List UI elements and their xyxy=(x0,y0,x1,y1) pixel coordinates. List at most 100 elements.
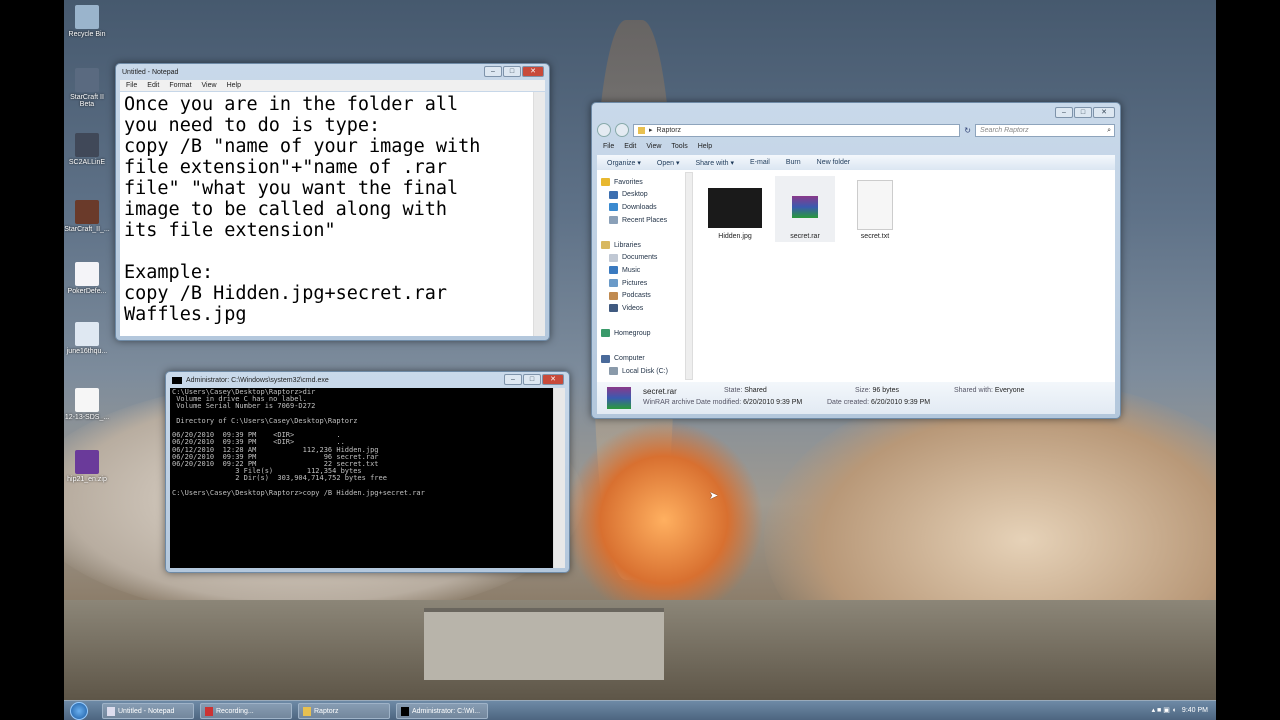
desktop-icon-label: 12-13-SDS_... xyxy=(64,414,110,421)
forward-button[interactable] xyxy=(615,123,629,137)
vertical-scrollbar[interactable] xyxy=(553,388,565,568)
nav-item[interactable]: Downloads xyxy=(601,201,685,214)
back-button[interactable] xyxy=(597,123,611,137)
desktop-icon[interactable]: SC2ALLinE xyxy=(64,133,110,166)
nav-item[interactable]: Libraries xyxy=(601,239,685,252)
address-path: Raptorz xyxy=(656,126,682,134)
nav-label: Podcasts xyxy=(622,292,651,300)
launch-structure xyxy=(424,608,664,680)
clock[interactable]: 9:40 PM xyxy=(1182,707,1208,714)
nav-icon xyxy=(609,190,618,199)
file-item[interactable]: secret.txt xyxy=(845,176,905,242)
nav-item[interactable]: Pictures xyxy=(601,277,685,290)
desktop-icon-label: SC2ALLinE xyxy=(68,159,106,166)
minimize-button[interactable]: – xyxy=(484,66,502,77)
menu-item[interactable]: Edit xyxy=(147,82,159,89)
explorer-menu-bar: File Edit View Tools Help xyxy=(597,141,1115,152)
task-label: Untitled - Notepad xyxy=(118,707,175,715)
close-button[interactable]: ✕ xyxy=(1093,107,1115,118)
menu-item[interactable]: File xyxy=(126,82,137,89)
nav-icon xyxy=(601,178,610,187)
cmd-output: C:\Users\Casey\Desktop\Raptorz>dir Volum… xyxy=(172,388,425,497)
search-input[interactable]: Search Raptorz ⌕ xyxy=(975,123,1115,137)
detail-type: WinRAR archive xyxy=(643,399,695,406)
file-thumbnail xyxy=(792,196,818,218)
desktop-icon[interactable]: 12-13-SDS_... xyxy=(64,388,110,421)
start-button[interactable] xyxy=(70,702,88,720)
nav-item[interactable]: Documents xyxy=(601,252,685,265)
detail-size: 96 bytes xyxy=(872,387,899,394)
desktop-icon[interactable]: hip21_en.zip xyxy=(64,450,110,483)
desktop-icon-image xyxy=(75,322,99,346)
menu-item[interactable]: Tools xyxy=(671,143,687,150)
desktop-icon-image xyxy=(75,388,99,412)
taskbar-button[interactable]: Untitled - Notepad xyxy=(102,703,194,719)
close-button[interactable]: ✕ xyxy=(542,374,564,385)
taskbar-button[interactable]: Raptorz xyxy=(298,703,390,719)
maximize-button[interactable]: □ xyxy=(523,374,541,385)
nav-item[interactable]: Local Disk (C:) xyxy=(601,365,685,378)
toolbar-button[interactable]: New folder xyxy=(817,159,850,166)
menu-item[interactable]: Edit xyxy=(624,143,636,150)
cmd-console[interactable]: C:\Users\Casey\Desktop\Raptorz>dir Volum… xyxy=(170,388,565,568)
menu-item[interactable]: File xyxy=(603,143,614,150)
nav-item[interactable]: Videos xyxy=(601,302,685,315)
menu-item[interactable]: View xyxy=(646,143,661,150)
file-item[interactable]: Hidden.jpg xyxy=(705,176,765,242)
maximize-button[interactable]: □ xyxy=(1074,107,1092,118)
toolbar-button[interactable]: Burn xyxy=(786,159,801,166)
nav-label: Libraries xyxy=(614,241,641,249)
file-name: Hidden.jpg xyxy=(718,233,752,240)
task-label: Recording... xyxy=(216,707,254,715)
nav-item[interactable]: Podcasts xyxy=(601,289,685,302)
taskbar-button[interactable]: Administrator: C:\Wi... xyxy=(396,703,488,719)
nav-icon xyxy=(609,203,618,212)
toolbar-button[interactable]: Open ▾ xyxy=(657,159,680,167)
nav-item[interactable]: Computer xyxy=(601,352,685,365)
nav-item[interactable]: Favorites xyxy=(601,176,685,189)
menu-item[interactable]: Help xyxy=(698,143,712,150)
folder-icon xyxy=(638,126,645,134)
desktop-icon-image xyxy=(75,5,99,29)
toolbar-button[interactable]: Organize ▾ xyxy=(607,159,641,167)
desktop-icon-image xyxy=(75,450,99,474)
detail-modified-label: Date modified: xyxy=(696,399,742,406)
desktop-icon[interactable]: StarCraft_II_... xyxy=(64,200,110,233)
minimize-button[interactable]: – xyxy=(504,374,522,385)
maximize-button[interactable]: □ xyxy=(503,66,521,77)
nav-item[interactable]: Music xyxy=(601,264,685,277)
desktop-icon[interactable]: Recycle Bin xyxy=(64,5,110,38)
nav-scrollbar[interactable] xyxy=(685,172,693,380)
menu-item[interactable]: View xyxy=(202,82,217,89)
desktop-icon-label: hip21_en.zip xyxy=(67,476,107,483)
nav-item[interactable]: Desktop xyxy=(601,189,685,202)
nav-item[interactable]: Recent Places xyxy=(601,214,685,227)
minimize-button[interactable]: – xyxy=(1055,107,1073,118)
nav-label: Homegroup xyxy=(614,329,651,337)
menu-item[interactable]: Help xyxy=(227,82,241,89)
toolbar-button[interactable]: E-mail xyxy=(750,159,770,166)
refresh-icon[interactable]: ↻ xyxy=(964,126,971,135)
close-button[interactable]: ✕ xyxy=(522,66,544,77)
desktop-icon-image xyxy=(75,262,99,286)
file-item[interactable]: secret.rar xyxy=(775,176,835,242)
detail-created: 6/20/2010 9:39 PM xyxy=(870,399,931,406)
desktop-icon[interactable]: StarCraft II Beta xyxy=(64,68,110,108)
desktop-icon[interactable]: june16thqu... xyxy=(64,322,110,355)
notepad-text: Once you are in the folder all you need … xyxy=(124,94,481,325)
nav-label: Music xyxy=(622,266,641,274)
address-bar[interactable]: ▸ Raptorz xyxy=(633,123,961,137)
toolbar-button[interactable]: Share with ▾ xyxy=(695,159,734,167)
vertical-scrollbar[interactable] xyxy=(533,92,545,336)
desktop-icon[interactable]: PokerDefe... xyxy=(64,262,110,295)
menu-item[interactable]: Format xyxy=(169,82,191,89)
desktop: Recycle Bin StarCraft II Beta SC2ALLinE Sta… xyxy=(64,0,1216,720)
nav-item[interactable]: Homegroup xyxy=(601,327,685,340)
nav-icon xyxy=(609,266,618,275)
notepad-text-area[interactable]: Once you are in the folder all you need … xyxy=(120,92,545,336)
taskbar-button[interactable]: Recording... xyxy=(200,703,292,719)
tray-icons[interactable]: ▴ ■ ▣ ◖ xyxy=(1152,706,1176,714)
